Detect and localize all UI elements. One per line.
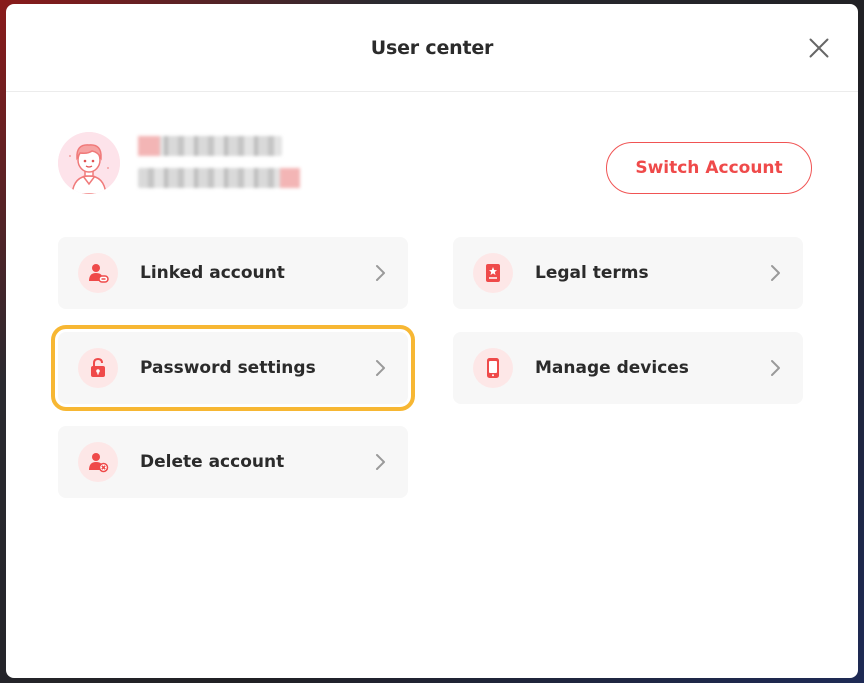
redacted-user-id — [138, 168, 300, 188]
legal-terms-icon — [473, 253, 513, 293]
user-center-dialog: User center Switch Account Linked accoun… — [6, 4, 858, 678]
user-info-redacted — [138, 136, 300, 200]
chevron-right-icon — [376, 454, 385, 470]
lock-icon — [78, 348, 118, 388]
menu-label: Manage devices — [535, 358, 689, 378]
profile-section: Switch Account — [58, 132, 818, 202]
menu-label: Linked account — [140, 263, 285, 283]
device-icon — [473, 348, 513, 388]
menu-legal-terms[interactable]: Legal terms — [453, 237, 803, 309]
menu-delete-account[interactable]: Delete account — [58, 426, 408, 498]
linked-account-icon — [78, 253, 118, 293]
redacted-username — [138, 136, 282, 156]
chevron-right-icon — [771, 265, 780, 281]
switch-account-button[interactable]: Switch Account — [606, 142, 812, 194]
dialog-title: User center — [370, 36, 494, 59]
menu-manage-devices[interactable]: Manage devices — [453, 332, 803, 404]
avatar-icon — [58, 132, 120, 194]
delete-account-icon — [78, 442, 118, 482]
menu-label: Delete account — [140, 452, 285, 472]
chevron-right-icon — [376, 265, 385, 281]
menu-label: Password settings — [140, 358, 316, 378]
menu-label: Legal terms — [535, 263, 649, 283]
menu-linked-account[interactable]: Linked account — [58, 237, 408, 309]
chevron-right-icon — [771, 360, 780, 376]
menu-password-settings[interactable]: Password settings — [51, 325, 415, 411]
dialog-header: User center — [6, 4, 858, 92]
close-icon[interactable] — [808, 37, 830, 59]
chevron-right-icon — [376, 360, 385, 376]
